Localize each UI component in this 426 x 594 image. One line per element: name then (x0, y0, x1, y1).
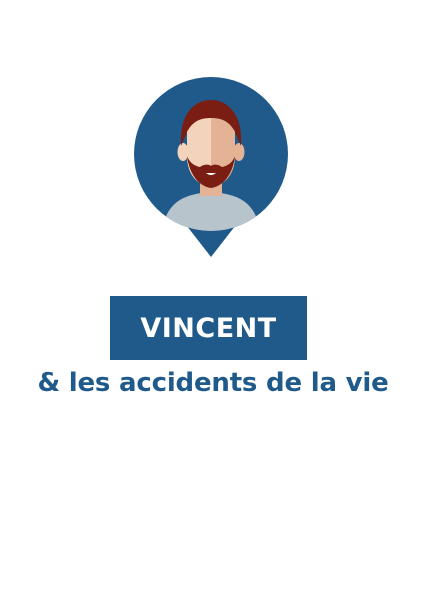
subtitle: & les accidents de la vie (37, 368, 389, 398)
avatar-pin (131, 76, 291, 261)
page: VINCENT & les accidents de la vie (0, 0, 426, 594)
person-name: VINCENT (140, 312, 277, 344)
avatar-right-ear (233, 143, 245, 161)
avatar-left-ear (177, 143, 189, 161)
bearded-man-avatar-icon (134, 77, 288, 257)
name-banner: VINCENT (110, 296, 307, 360)
